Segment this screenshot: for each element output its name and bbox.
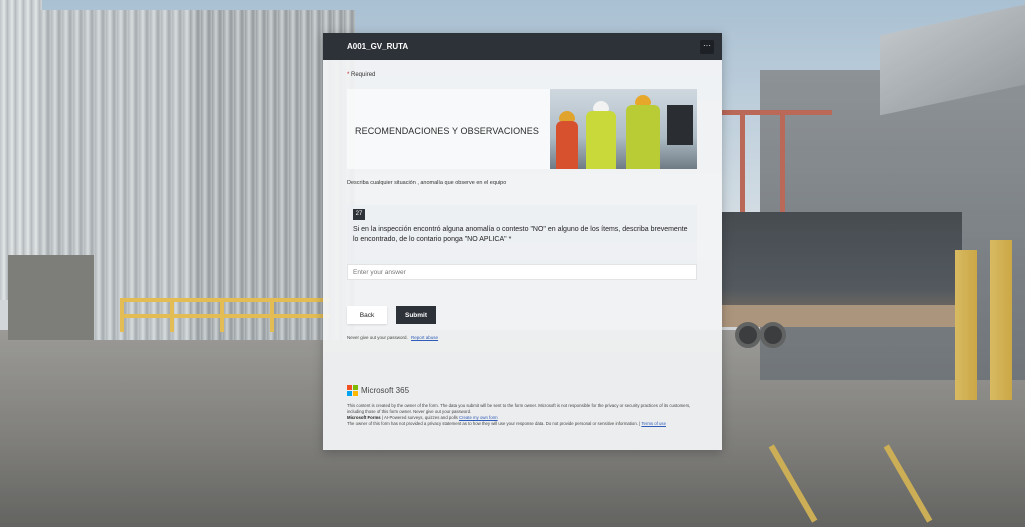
submit-button[interactable]: Submit xyxy=(396,306,436,324)
worker-illustration xyxy=(626,95,660,169)
brand-name: Microsoft 365 xyxy=(361,386,410,395)
forms-label: Microsoft Forms xyxy=(347,415,381,420)
footer: Microsoft 365 This content is created by… xyxy=(323,373,722,450)
section-image xyxy=(550,89,697,169)
password-note-text: Never give out your password. xyxy=(347,335,408,340)
question-block: 27 Si en la inspección encontró alguna a… xyxy=(347,205,697,271)
create-form-link[interactable]: Create my own form xyxy=(459,415,498,420)
microsoft-squares-icon xyxy=(347,385,358,396)
worker-illustration xyxy=(556,111,578,169)
form-header: A001_GV_RUTA ··· xyxy=(323,33,722,60)
required-note: * Required xyxy=(347,72,375,78)
answer-input[interactable] xyxy=(347,264,697,280)
ellipsis-icon[interactable]: ··· xyxy=(700,39,714,54)
privacy-text: The owner of this form has not provided … xyxy=(347,421,638,426)
password-note: Never give out your password. Report abu… xyxy=(347,335,438,340)
form-title: A001_GV_RUTA xyxy=(347,42,409,51)
forms-tagline: | AI-Powered surveys, quizzes and polls xyxy=(381,415,458,420)
footer-text: This content is created by the owner of … xyxy=(347,403,702,427)
required-star: * xyxy=(347,72,350,78)
terms-link[interactable]: Terms of use xyxy=(641,421,666,426)
footer-disclaimer: This content is created by the owner of … xyxy=(347,403,691,414)
required-label: Required xyxy=(351,72,376,78)
section-banner: RECOMENDACIONES Y OBSERVACIONES xyxy=(347,89,697,169)
machine-illustration xyxy=(667,105,693,145)
back-button[interactable]: Back xyxy=(347,306,387,324)
section-description: Describa cualquier situación , anomalía … xyxy=(347,180,507,186)
worker-illustration xyxy=(586,101,616,169)
question-text: Si en la inspección encontró alguna anom… xyxy=(353,226,688,243)
form-card: A001_GV_RUTA ··· * Required RECOMENDACIO… xyxy=(323,33,722,450)
report-abuse-link[interactable]: Report abuse xyxy=(411,335,438,340)
section-title: RECOMENDACIONES Y OBSERVACIONES xyxy=(355,126,539,136)
microsoft-logo: Microsoft 365 xyxy=(347,385,409,396)
question-number: 27 xyxy=(353,209,365,220)
